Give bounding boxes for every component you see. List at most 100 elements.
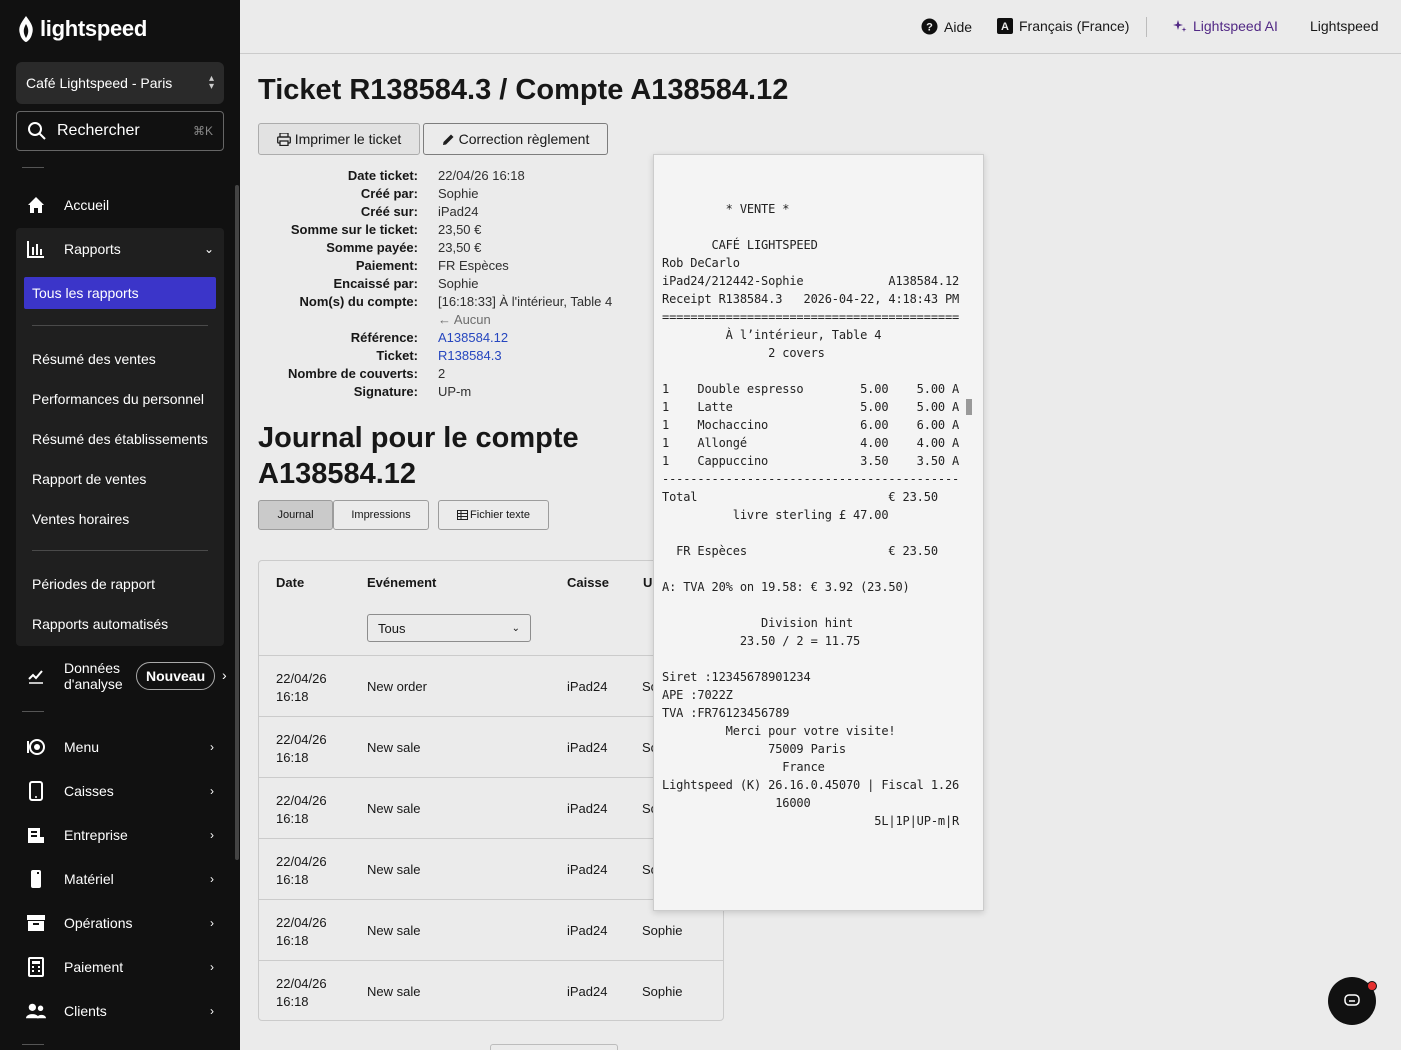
info-label: Somme payée: xyxy=(326,240,418,255)
sub-performances-personnel[interactable]: Performances du personnel xyxy=(32,391,204,407)
calculator-icon xyxy=(26,957,46,977)
store-selector[interactable]: Café Lightspeed - Paris ▴ ▾ xyxy=(16,62,224,104)
info-label: Paiement: xyxy=(355,258,418,273)
nav-rapports[interactable]: Rapports ⌄ xyxy=(16,229,224,269)
store-name: Café Lightspeed - Paris xyxy=(26,75,173,91)
nav-label: Accueil xyxy=(64,197,110,213)
fichier-texte-label: Fichier texte xyxy=(470,509,530,521)
info-value: [16:18:33] À l'intérieur, Table 4 xyxy=(438,294,613,309)
cell-register: iPad24 xyxy=(567,984,608,999)
sub-rapport-ventes[interactable]: Rapport de ventes xyxy=(32,471,146,487)
reference-link[interactable]: A138584.12 xyxy=(438,330,508,345)
nav-paiement[interactable]: Paiement › xyxy=(16,947,224,987)
cell-register: iPad24 xyxy=(567,862,608,877)
tab-journal[interactable]: Journal xyxy=(258,500,333,530)
info-value: 2 xyxy=(438,366,446,381)
chevron-right-icon: › xyxy=(222,667,227,683)
info-value: 22/04/26 16:18 xyxy=(438,168,525,183)
cell-user: Sophie xyxy=(642,984,683,999)
nav-label: Rapports xyxy=(64,241,121,257)
pagination[interactable] xyxy=(490,1044,618,1050)
sidebar-scrollbar[interactable] xyxy=(235,185,239,860)
cell-date: 22/04/26 16:18 xyxy=(276,732,327,765)
nav-entreprise[interactable]: Entreprise › xyxy=(16,815,224,855)
ticket-link[interactable]: R138584.3 xyxy=(438,348,502,363)
fichier-texte-button[interactable]: Fichier texte xyxy=(438,500,549,530)
info-label: Ticket: xyxy=(376,348,418,363)
account-menu[interactable]: Lightspeed xyxy=(1310,18,1379,34)
help-link[interactable]: ? Aide xyxy=(921,18,972,35)
info-label: Date ticket: xyxy=(347,168,418,183)
nav-label: Matériel xyxy=(64,871,114,887)
correction-reglement-button[interactable]: Correction règlement xyxy=(423,123,608,155)
divider xyxy=(22,167,44,168)
language-label: Français (France) xyxy=(1019,18,1130,34)
nav-label: Opérations xyxy=(64,915,133,931)
sub-periodes-rapport[interactable]: Périodes de rapport xyxy=(32,576,155,592)
cell-date: 22/04/26 16:18 xyxy=(276,854,327,887)
archive-icon xyxy=(26,913,46,933)
sub-ventes-horaires[interactable]: Ventes horaires xyxy=(32,511,129,527)
tab-impressions[interactable]: Impressions xyxy=(333,500,429,530)
menu-book-icon xyxy=(26,737,46,757)
nav-accueil[interactable]: Accueil xyxy=(16,185,224,225)
nav-menu[interactable]: Menu › xyxy=(16,727,224,767)
page-title: Ticket R138584.3 / Compte A138584.12 xyxy=(258,74,789,106)
info-label: Somme sur le ticket: xyxy=(290,222,418,237)
notification-dot xyxy=(1367,981,1377,991)
tablet-icon xyxy=(26,781,46,801)
top-bar: ? Aide A Français (France) Lightspeed AI… xyxy=(240,0,1401,54)
print-ticket-button[interactable]: Imprimer le ticket xyxy=(258,123,420,155)
chevron-right-icon: › xyxy=(210,828,214,842)
sub-tous-les-rapports[interactable]: Tous les rapports xyxy=(24,277,216,309)
sub-resume-etablissements[interactable]: Résumé des établissements xyxy=(32,431,208,447)
help-label: Aide xyxy=(944,18,973,35)
logo-text: lightspeed xyxy=(40,16,148,41)
help-icon: ? xyxy=(921,18,938,35)
cell-date: 22/04/26 16:18 xyxy=(276,671,327,704)
chevron-right-icon: › xyxy=(210,1004,214,1018)
printer-icon xyxy=(276,132,291,146)
nav-operations[interactable]: Opérations › xyxy=(16,903,224,943)
event-filter-select[interactable]: Tous ⌄ xyxy=(367,614,531,642)
column-header-user: U xyxy=(643,575,653,590)
cell-date: 22/04/26 16:18 xyxy=(276,793,327,826)
search-label: Rechercher xyxy=(57,122,140,139)
sub-resume-ventes[interactable]: Résumé des ventes xyxy=(32,351,156,367)
users-icon xyxy=(26,1001,46,1021)
search-shortcut: ⌘K xyxy=(192,124,213,138)
column-header-date: Date xyxy=(276,575,305,590)
chevron-down-icon: ⌄ xyxy=(511,622,520,634)
ai-label: Lightspeed AI xyxy=(1193,18,1278,34)
nav-caisses[interactable]: Caisses › xyxy=(16,771,224,811)
table-row[interactable]: 22/04/26 16:18 New sale iPad24 Sophie xyxy=(259,960,723,1020)
lightspeed-logo[interactable]: lightspeed xyxy=(16,14,147,44)
cell-event: New sale xyxy=(367,984,421,999)
cell-date: 22/04/26 16:18 xyxy=(276,976,327,1009)
flame-icon xyxy=(19,16,33,42)
sidebar: lightspeed Café Lightspeed - Paris ▴ ▾ Re… xyxy=(0,0,240,1050)
sub-rapports-automatises[interactable]: Rapports automatisés xyxy=(32,616,168,632)
cell-event: New sale xyxy=(367,862,421,877)
receipt-text: * VENTE * CAFÉ LIGHTSPEED Rob DeCarlo iP… xyxy=(662,202,960,828)
lightspeed-ai-link[interactable]: Lightspeed AI xyxy=(1173,18,1278,34)
chevron-right-icon: › xyxy=(210,784,214,798)
info-value: iPad24 xyxy=(438,204,479,219)
nav-label: Données d'analyse xyxy=(64,660,123,692)
nav-clients[interactable]: Clients › xyxy=(16,991,224,1031)
language-selector[interactable]: A Français (France) xyxy=(997,18,1129,34)
table-icon xyxy=(457,510,469,520)
info-value: UP-m xyxy=(438,384,472,399)
trend-icon xyxy=(26,666,46,686)
cell-date: 22/04/26 16:18 xyxy=(276,915,327,948)
account-label: Lightspeed xyxy=(1310,18,1379,34)
cell-event: New sale xyxy=(367,740,421,755)
info-label: Créé par: xyxy=(360,186,418,201)
cell-event: New order xyxy=(367,679,427,694)
search-input[interactable]: Rechercher ⌘K xyxy=(16,111,224,151)
nav-materiel[interactable]: Matériel › xyxy=(16,859,224,899)
bar-chart-icon xyxy=(26,239,46,259)
pencil-icon xyxy=(442,134,454,145)
receipt-scroll-thumb[interactable] xyxy=(966,399,972,415)
chevron-right-icon: › xyxy=(210,872,214,886)
